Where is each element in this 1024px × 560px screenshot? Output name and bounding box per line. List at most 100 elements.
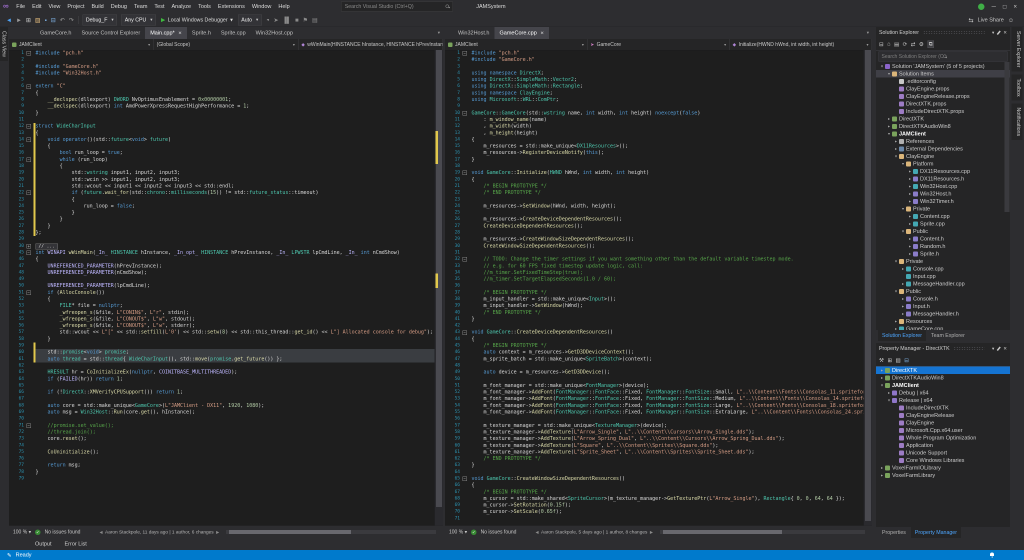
tree-scrollbar[interactable]: [1004, 62, 1010, 212]
tree-item[interactable]: ▸ External Dependencies: [876, 145, 1010, 153]
code-line[interactable]: 3 #include "GameCore.h": [9, 63, 435, 70]
code-line[interactable]: 3: [445, 63, 864, 70]
tree-item[interactable]: ▸ Random.h: [876, 243, 1010, 251]
window-position-icon[interactable]: ▾: [992, 30, 994, 36]
add-new-property-sheet-icon[interactable]: ⊞: [887, 357, 892, 363]
code-line[interactable]: 26 }: [9, 216, 435, 223]
tree-item[interactable]: ▸ References: [876, 138, 1010, 146]
code-line[interactable]: 7{: [9, 90, 435, 97]
code-line[interactable]: 23: [445, 196, 864, 203]
tree-item[interactable]: ClayEngine.props: [876, 85, 1010, 93]
user-avatar[interactable]: [978, 3, 985, 10]
tree-item[interactable]: ClayEngine: [876, 419, 1010, 427]
code-line[interactable]: 11: [9, 116, 435, 123]
fold-collapse-icon[interactable]: −: [26, 51, 31, 56]
code-line[interactable]: 27 }: [9, 222, 435, 230]
add-existing-property-sheet-icon[interactable]: ▨: [896, 357, 901, 363]
bookmark-icon[interactable]: ⚑: [303, 16, 308, 23]
pin-icon[interactable]: [996, 30, 1001, 35]
code-line[interactable]: 50 UNREFERENCED_PARAMETER(lpCmdLine);: [9, 283, 435, 290]
tree-item[interactable]: ▾ Private: [876, 205, 1010, 213]
code-line[interactable]: 75 CoUninitialize();: [9, 449, 435, 456]
panel-tab-solution-explorer[interactable]: Solution Explorer: [878, 330, 926, 341]
server-explorer-tab[interactable]: Server Explorer: [1011, 27, 1023, 72]
tree-item[interactable]: ▸ Resources: [876, 318, 1010, 326]
code-line[interactable]: 61 auto thread = std::thread{ WideCharIn…: [9, 355, 435, 363]
code-line[interactable]: 58 }: [9, 336, 435, 343]
code-line[interactable]: 51− if (AllocConsole()): [9, 289, 435, 296]
code-line[interactable]: 2 #include "GameCore.h": [445, 57, 864, 64]
code-line[interactable]: 1− #include "pch.h": [9, 50, 435, 57]
code-line[interactable]: 6 using DirectX::SimpleMath::Rectangle;: [445, 83, 864, 90]
fold-collapse-icon[interactable]: −: [462, 170, 467, 176]
code-line[interactable]: 8 using Microsoft::WRL::ComPtr;: [445, 97, 864, 104]
tree-item[interactable]: ClayEngineRelease: [876, 412, 1010, 420]
code-line[interactable]: 4 using namespace DirectX;: [445, 70, 864, 77]
tree-item[interactable]: Input.cpp: [876, 273, 1010, 281]
notifications-tab[interactable]: Notifications: [1011, 103, 1023, 141]
code-line[interactable]: 24 m_resources->SetWindow(hWnd, width, h…: [445, 203, 864, 210]
maximize-button[interactable]: □: [1003, 0, 1007, 13]
panel-tab-properties[interactable]: Properties: [878, 527, 910, 538]
tree-item[interactable]: ▸ Sprite.h: [876, 250, 1010, 258]
fold-collapse-icon[interactable]: −: [26, 423, 31, 428]
tab-overflow-icon[interactable]: ▾: [867, 30, 869, 36]
tree-item[interactable]: ▸ Console.h: [876, 295, 1010, 303]
tree-item[interactable]: ▾ Public: [876, 228, 1010, 236]
tab-win32host-cpp[interactable]: Win32Host.cpp: [251, 27, 298, 39]
code-line[interactable]: 13 {: [9, 129, 435, 137]
breadcrumb-method[interactable]: ◆ wWinMain(HINSTANCE hInstance, HINSTANCE…: [298, 39, 443, 50]
navigate-backward-icon[interactable]: ◄: [6, 16, 12, 23]
tree-item[interactable]: ▾ Public: [876, 288, 1010, 296]
feedback-icon[interactable]: ✎: [7, 552, 12, 558]
pin-icon[interactable]: [996, 346, 1001, 351]
code-line[interactable]: 29 m_resources->CreateWindowSizeDependen…: [445, 236, 864, 243]
tab-source-control-explorer[interactable]: Source Control Explorer: [76, 27, 145, 39]
zoom-level-select[interactable]: 100 % ▾: [449, 529, 467, 535]
code-line[interactable]: 8 __declspec(dllexport) DWORD NvOptimusE…: [9, 97, 435, 104]
code-line[interactable]: 30 CreateWindowSizeDependentResources();: [445, 243, 864, 250]
code-line[interactable]: 38 m_input_handler = std::make_unique<In…: [445, 296, 864, 303]
breadcrumb-scope[interactable]: (Global Scope) ▾: [154, 39, 299, 50]
menu-help[interactable]: Help: [275, 0, 293, 13]
code-line[interactable]: 74: [9, 442, 435, 449]
code-line[interactable]: 16 bool run_loop = true;: [9, 149, 435, 157]
fold-expand-icon[interactable]: +: [26, 243, 31, 249]
code-line[interactable]: 46 auto context = m_resources->GetD3DDev…: [445, 349, 864, 356]
code-line[interactable]: 2: [9, 57, 435, 64]
code-line[interactable]: 53 m_font_manager->AddFont(FontManager::…: [445, 396, 864, 403]
code-line[interactable]: 21 /* BEGIN PROTOTYPE */: [445, 183, 864, 190]
fold-collapse-icon[interactable]: −: [462, 476, 467, 482]
quick-search-box[interactable]: Search Visual Studio (Ctrl+Q): [341, 1, 454, 12]
tree-item[interactable]: ▸ DX11Resources.h: [876, 175, 1010, 183]
code-line[interactable]: 66 if (!DirectX::XMVerifyCPUSupport()) r…: [9, 389, 435, 396]
code-line[interactable]: 54 _wfreopen_s(&file, L"CONIN$", L"r", s…: [9, 309, 435, 316]
output-tab[interactable]: Output: [35, 541, 52, 547]
code-line[interactable]: 17}: [445, 156, 864, 163]
code-line[interactable]: 47 m_sprite_batch = std::make_unique<Spr…: [445, 356, 864, 363]
menu-view[interactable]: View: [45, 0, 64, 13]
code-line[interactable]: 66 {: [445, 482, 864, 489]
code-line[interactable]: 20 std::wcin >> input1, input2, input3;: [9, 176, 435, 183]
menu-team[interactable]: Team: [130, 0, 150, 13]
live-share-button[interactable]: Live Share: [978, 17, 1004, 23]
tree-item[interactable]: ▸ Content.h: [876, 235, 1010, 243]
close-button[interactable]: ×: [1013, 0, 1017, 13]
code-line[interactable]: 52 m_font_manager->AddFont(FontManager::…: [445, 389, 864, 396]
code-line[interactable]: 24 run_loop = false;: [9, 202, 435, 210]
home-icon[interactable]: ⌂: [887, 41, 890, 47]
zoom-level-select[interactable]: 100 % ▾: [13, 529, 31, 535]
code-line[interactable]: 76: [9, 456, 435, 463]
code-line[interactable]: 31: [445, 249, 864, 256]
menu-build[interactable]: Build: [88, 0, 107, 13]
tree-item[interactable]: ▸ VoxelFarmIOLibrary: [876, 464, 1010, 472]
fold-collapse-icon[interactable]: −: [462, 110, 467, 116]
code-line[interactable]: 73 core.reset();: [9, 436, 435, 443]
fold-collapse-icon[interactable]: −: [462, 51, 467, 56]
tree-item[interactable]: ▸ DirectXTK: [876, 366, 1010, 374]
tree-item[interactable]: ClayEngineRelease.props: [876, 93, 1010, 101]
tree-item[interactable]: ▸ Debug | x64: [876, 389, 1010, 397]
code-area[interactable]: 1− #include "pch.h" 2 #include "GameCore.h"…: [445, 50, 864, 526]
attach-mode-select[interactable]: Auto ▾: [237, 14, 262, 26]
code-line[interactable]: 46 {: [9, 256, 435, 263]
